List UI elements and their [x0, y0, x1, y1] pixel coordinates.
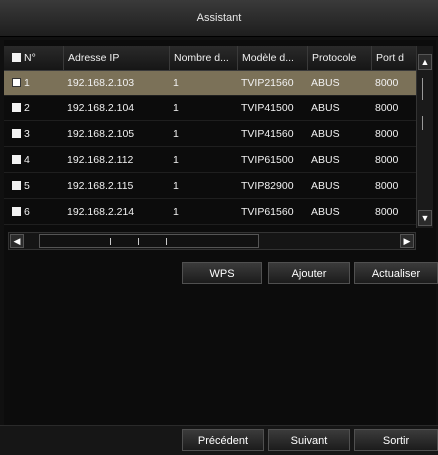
row-number-cell[interactable]: 1 [8, 71, 63, 95]
table-row[interactable]: 5 192.168.2.115 1 TVIP82900 ABUS 8000 [4, 174, 416, 199]
row-number-cell[interactable]: 4 [8, 148, 63, 172]
protocol-cell: ABUS [311, 102, 340, 114]
vertical-scrollbar[interactable]: ▲ ▼ [416, 46, 433, 228]
model-cell: TVIP82900 [241, 180, 294, 192]
protocol-cell: ABUS [311, 154, 340, 166]
chevron-left-icon[interactable]: ◀ [10, 234, 24, 248]
row-checkbox[interactable] [12, 206, 21, 216]
protocol-cell: ABUS [311, 128, 340, 140]
column-header-model[interactable]: Modèle d... [237, 46, 307, 70]
grip-line [110, 238, 111, 245]
ip-cell: 192.168.2.105 [67, 128, 135, 140]
count-cell: 1 [173, 206, 179, 218]
row-number-cell[interactable]: 5 [8, 174, 63, 198]
protocol-cell: ABUS [311, 77, 340, 89]
count-cell: 1 [173, 154, 179, 166]
port-cell: 8000 [375, 128, 399, 140]
previous-button[interactable]: Précédent [182, 429, 264, 451]
table-row[interactable]: 4 192.168.2.112 1 TVIP61500 ABUS 8000 [4, 148, 416, 173]
add-button[interactable]: Ajouter [268, 262, 350, 284]
port-cell: 8000 [375, 154, 399, 166]
table-row[interactable]: 6 192.168.2.214 1 TVIP61560 ABUS 8000 [4, 200, 416, 225]
chevron-right-icon[interactable]: ▶ [400, 234, 414, 248]
row-number-cell[interactable]: 6 [8, 200, 63, 224]
model-cell: TVIP61560 [241, 206, 294, 218]
select-all-checkbox[interactable] [12, 52, 21, 62]
chevron-down-icon[interactable]: ▼ [418, 210, 432, 226]
count-cell: 1 [173, 128, 179, 140]
next-button[interactable]: Suivant [268, 429, 350, 451]
protocol-cell: ABUS [311, 180, 340, 192]
port-cell: 8000 [375, 180, 399, 192]
window-titlebar: Assistant [0, 0, 438, 37]
column-header-number[interactable]: N° [8, 46, 63, 70]
port-cell: 8000 [375, 102, 399, 114]
exit-button[interactable]: Sortir [354, 429, 438, 451]
port-cell: 8000 [375, 77, 399, 89]
count-cell: 1 [173, 180, 179, 192]
model-cell: TVIP41560 [241, 128, 294, 140]
table-row[interactable]: 1 192.168.2.103 1 TVIP21560 ABUS 8000 [4, 71, 416, 96]
ip-cell: 192.168.2.104 [67, 102, 135, 114]
column-header-protocol[interactable]: Protocole [307, 46, 371, 70]
table-header: N° Adresse IP Nombre d... Modèle d... Pr… [4, 46, 416, 71]
column-header-port[interactable]: Port d [371, 46, 416, 70]
row-number-cell[interactable]: 3 [8, 122, 63, 146]
scrollbar-thumb[interactable] [39, 234, 259, 248]
table-row[interactable]: 3 192.168.2.105 1 TVIP41560 ABUS 8000 [4, 122, 416, 147]
scrollbar-thumb-grip [422, 116, 423, 130]
row-checkbox[interactable] [12, 77, 21, 87]
row-checkbox[interactable] [12, 128, 21, 138]
grip-line [166, 238, 167, 245]
row-number-cell[interactable]: 2 [8, 96, 63, 120]
wps-button[interactable]: WPS [182, 262, 262, 284]
horizontal-scrollbar[interactable]: ◀ ▶ [8, 232, 416, 250]
ip-cell: 192.168.2.112 [67, 154, 134, 166]
protocol-cell: ABUS [311, 206, 340, 218]
column-header-count[interactable]: Nombre d... [169, 46, 237, 70]
model-cell: TVIP21560 [241, 77, 294, 89]
refresh-button[interactable]: Actualiser [354, 262, 438, 284]
assistant-window: Assistant N° Adresse IP Nombre d... Modè… [0, 0, 438, 455]
row-checkbox[interactable] [12, 154, 21, 164]
row-checkbox[interactable] [12, 180, 21, 190]
row-checkbox[interactable] [12, 102, 21, 112]
table-row[interactable]: 2 192.168.2.104 1 TVIP41500 ABUS 8000 [4, 96, 416, 121]
ip-cell: 192.168.2.103 [67, 77, 135, 89]
model-cell: TVIP41500 [241, 102, 294, 114]
count-cell: 1 [173, 102, 179, 114]
chevron-up-icon[interactable]: ▲ [418, 54, 432, 70]
model-cell: TVIP61500 [241, 154, 294, 166]
grip-line [138, 238, 139, 245]
port-cell: 8000 [375, 206, 399, 218]
count-cell: 1 [173, 77, 179, 89]
column-header-ip[interactable]: Adresse IP [63, 46, 169, 70]
ip-cell: 192.168.2.115 [67, 180, 134, 192]
scrollbar-thumb[interactable] [422, 78, 423, 100]
ip-cell: 192.168.2.214 [67, 206, 135, 218]
window-title: Assistant [196, 12, 242, 24]
